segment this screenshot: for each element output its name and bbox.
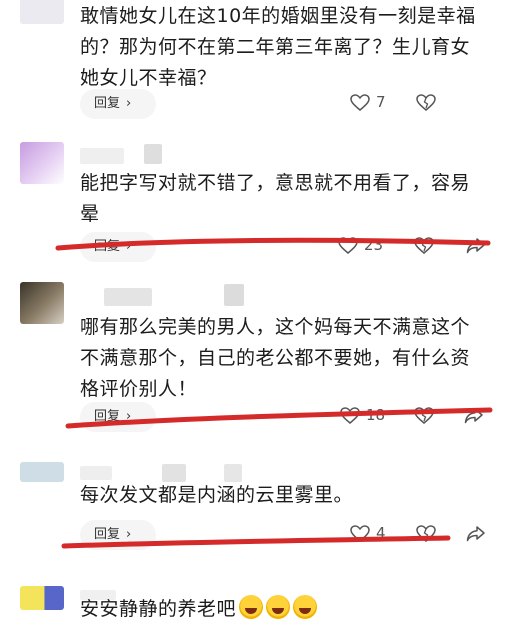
reply-label: 回复 [94,96,121,111]
laughing-crying-emoji-icon [266,595,291,619]
reply-label: 回复 [94,527,121,542]
comment-text: 安安静静的养老吧 [80,594,480,625]
reply-label: 回复 [94,239,121,254]
like-count: 18 [366,406,386,424]
heart-outline-icon[interactable] [350,525,370,543]
username-blurred [104,288,152,306]
broken-heart-icon[interactable] [414,237,434,255]
chevron-right-icon: › [126,96,132,111]
broken-heart-icon[interactable] [416,525,436,543]
comment-text: 每次发文都是内涵的云里雾里。 [80,484,354,506]
avatar[interactable] [20,586,64,610]
username-blurred [80,148,124,164]
laughing-crying-emoji-icon [293,595,318,619]
reply-button[interactable]: 回复 › [80,402,156,432]
avatar[interactable] [20,282,64,324]
heart-outline-icon[interactable] [338,237,358,255]
broken-heart-icon[interactable] [414,407,434,425]
comment-actions: 回复 › 23 [80,232,500,262]
comment-3: 哪有那么完美的男人，这个妈每天不满意这个不满意那个，自己的老公都不要她，有什么资… [0,275,508,455]
comment-text-body: 安安静静的养老吧 [80,598,237,620]
comment-text: 敢情她女儿在这10年的婚姻里没有一刻是幸福的？那为何不在第二年第三年离了？生儿育… [80,5,476,89]
heart-outline-icon[interactable] [350,94,370,112]
username-blurred [144,144,162,164]
avatar[interactable] [20,0,64,24]
comment-text: 哪有那么完美的男人，这个妈每天不满意这个不满意那个，自己的老公都不要她，有什么资… [80,316,471,400]
username-blurred [80,466,112,480]
like-count: 4 [376,524,386,542]
comment-1: 敢情她女儿在这10年的婚姻里没有一刻是幸福的？那为何不在第二年第三年离了？生儿育… [0,0,508,135]
laughing-crying-emoji-icon [239,595,264,619]
chevron-right-icon: › [126,527,132,542]
comment-actions: 回复 › 18 [80,402,500,432]
avatar[interactable] [20,462,64,482]
comment-text: 能把字写对就不错了，意思就不用看了，容易晕 [80,172,471,225]
like-count: 23 [364,236,384,254]
reply-label: 回复 [94,409,121,424]
username-blurred [224,284,244,306]
comment-5: 安安静静的养老吧 [0,575,508,635]
like-count: 7 [376,93,386,111]
chevron-right-icon: › [126,409,132,424]
comment-2: 能把字写对就不错了，意思就不用看了，容易晕 回复 › 23 [0,135,508,275]
reply-button[interactable]: 回复 › [80,520,156,550]
chevron-right-icon: › [126,239,132,254]
broken-heart-icon[interactable] [416,94,436,112]
share-arrow-icon[interactable] [466,525,486,543]
comment-actions: 回复 › 4 [80,520,500,550]
comment-4: 每次发文都是内涵的云里雾里。 回复 › 4 [0,455,508,575]
reply-button[interactable]: 回复 › [80,232,156,262]
reply-button[interactable]: 回复 › [80,89,156,119]
comment-actions: 回复 › 7 [80,89,500,119]
share-arrow-icon[interactable] [466,237,486,255]
heart-outline-icon[interactable] [340,407,360,425]
avatar[interactable] [20,142,64,184]
share-arrow-icon[interactable] [464,407,484,425]
